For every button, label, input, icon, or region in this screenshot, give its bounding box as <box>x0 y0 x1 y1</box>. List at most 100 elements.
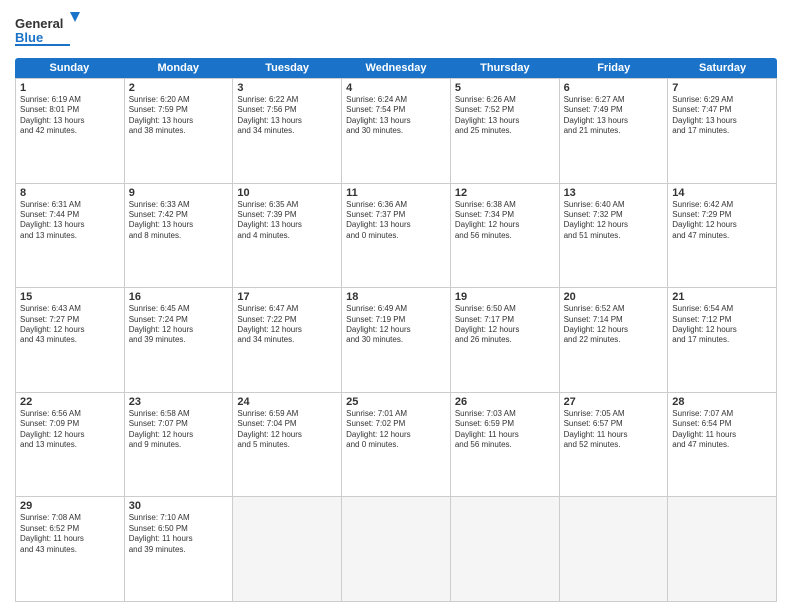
cell-info: Sunrise: 6:49 AMSunset: 7:19 PMDaylight:… <box>346 304 446 346</box>
day-number: 9 <box>129 187 229 199</box>
cell-info: Sunrise: 6:24 AMSunset: 7:54 PMDaylight:… <box>346 95 446 137</box>
day-number: 26 <box>455 396 555 408</box>
cal-cell: 9Sunrise: 6:33 AMSunset: 7:42 PMDaylight… <box>125 184 234 288</box>
cell-info: Sunrise: 6:26 AMSunset: 7:52 PMDaylight:… <box>455 95 555 137</box>
day-number: 7 <box>672 82 772 94</box>
cal-cell <box>560 497 669 601</box>
cal-cell: 22Sunrise: 6:56 AMSunset: 7:09 PMDayligh… <box>16 393 125 497</box>
svg-text:General: General <box>15 16 63 31</box>
day-number: 1 <box>20 82 120 94</box>
cal-cell: 28Sunrise: 7:07 AMSunset: 6:54 PMDayligh… <box>668 393 777 497</box>
day-number: 28 <box>672 396 772 408</box>
day-number: 17 <box>237 291 337 303</box>
week-row-0: 1Sunrise: 6:19 AMSunset: 8:01 PMDaylight… <box>16 78 777 183</box>
cal-cell: 17Sunrise: 6:47 AMSunset: 7:22 PMDayligh… <box>233 288 342 392</box>
day-number: 21 <box>672 291 772 303</box>
cell-info: Sunrise: 6:47 AMSunset: 7:22 PMDaylight:… <box>237 304 337 346</box>
cal-cell: 1Sunrise: 6:19 AMSunset: 8:01 PMDaylight… <box>16 79 125 183</box>
cell-info: Sunrise: 6:43 AMSunset: 7:27 PMDaylight:… <box>20 304 120 346</box>
cal-cell: 5Sunrise: 6:26 AMSunset: 7:52 PMDaylight… <box>451 79 560 183</box>
cal-cell: 3Sunrise: 6:22 AMSunset: 7:56 PMDaylight… <box>233 79 342 183</box>
cal-cell <box>451 497 560 601</box>
day-number: 13 <box>564 187 664 199</box>
cal-cell: 24Sunrise: 6:59 AMSunset: 7:04 PMDayligh… <box>233 393 342 497</box>
logo-svg: General Blue <box>15 10 95 52</box>
cell-info: Sunrise: 6:45 AMSunset: 7:24 PMDaylight:… <box>129 304 229 346</box>
day-number: 8 <box>20 187 120 199</box>
cell-info: Sunrise: 6:50 AMSunset: 7:17 PMDaylight:… <box>455 304 555 346</box>
day-number: 4 <box>346 82 446 94</box>
header-day-thursday: Thursday <box>450 58 559 78</box>
cell-info: Sunrise: 7:05 AMSunset: 6:57 PMDaylight:… <box>564 409 664 451</box>
cal-cell: 7Sunrise: 6:29 AMSunset: 7:47 PMDaylight… <box>668 79 777 183</box>
cell-info: Sunrise: 6:35 AMSunset: 7:39 PMDaylight:… <box>237 200 337 242</box>
cal-cell: 2Sunrise: 6:20 AMSunset: 7:59 PMDaylight… <box>125 79 234 183</box>
header-day-tuesday: Tuesday <box>233 58 342 78</box>
cal-cell: 16Sunrise: 6:45 AMSunset: 7:24 PMDayligh… <box>125 288 234 392</box>
day-number: 11 <box>346 187 446 199</box>
cell-info: Sunrise: 7:07 AMSunset: 6:54 PMDaylight:… <box>672 409 772 451</box>
week-row-2: 15Sunrise: 6:43 AMSunset: 7:27 PMDayligh… <box>16 287 777 392</box>
header-day-saturday: Saturday <box>668 58 777 78</box>
day-number: 10 <box>237 187 337 199</box>
day-number: 14 <box>672 187 772 199</box>
cal-cell: 19Sunrise: 6:50 AMSunset: 7:17 PMDayligh… <box>451 288 560 392</box>
day-number: 6 <box>564 82 664 94</box>
calendar-body: 1Sunrise: 6:19 AMSunset: 8:01 PMDaylight… <box>15 78 777 602</box>
cell-info: Sunrise: 6:20 AMSunset: 7:59 PMDaylight:… <box>129 95 229 137</box>
day-number: 27 <box>564 396 664 408</box>
day-number: 18 <box>346 291 446 303</box>
cal-cell: 29Sunrise: 7:08 AMSunset: 6:52 PMDayligh… <box>16 497 125 601</box>
page: General Blue SundayMondayTuesdayWednesda… <box>0 0 792 612</box>
day-number: 24 <box>237 396 337 408</box>
cell-info: Sunrise: 6:33 AMSunset: 7:42 PMDaylight:… <box>129 200 229 242</box>
day-number: 2 <box>129 82 229 94</box>
cell-info: Sunrise: 6:31 AMSunset: 7:44 PMDaylight:… <box>20 200 120 242</box>
week-row-1: 8Sunrise: 6:31 AMSunset: 7:44 PMDaylight… <box>16 183 777 288</box>
day-number: 23 <box>129 396 229 408</box>
cal-cell: 4Sunrise: 6:24 AMSunset: 7:54 PMDaylight… <box>342 79 451 183</box>
header: General Blue <box>15 10 777 52</box>
header-day-monday: Monday <box>124 58 233 78</box>
cell-info: Sunrise: 6:52 AMSunset: 7:14 PMDaylight:… <box>564 304 664 346</box>
cell-info: Sunrise: 6:58 AMSunset: 7:07 PMDaylight:… <box>129 409 229 451</box>
day-number: 16 <box>129 291 229 303</box>
cal-cell: 13Sunrise: 6:40 AMSunset: 7:32 PMDayligh… <box>560 184 669 288</box>
day-number: 25 <box>346 396 446 408</box>
day-number: 19 <box>455 291 555 303</box>
week-row-4: 29Sunrise: 7:08 AMSunset: 6:52 PMDayligh… <box>16 496 777 601</box>
cal-cell: 30Sunrise: 7:10 AMSunset: 6:50 PMDayligh… <box>125 497 234 601</box>
day-number: 3 <box>237 82 337 94</box>
cal-cell: 20Sunrise: 6:52 AMSunset: 7:14 PMDayligh… <box>560 288 669 392</box>
cal-cell: 15Sunrise: 6:43 AMSunset: 7:27 PMDayligh… <box>16 288 125 392</box>
cell-info: Sunrise: 6:27 AMSunset: 7:49 PMDaylight:… <box>564 95 664 137</box>
cal-cell: 6Sunrise: 6:27 AMSunset: 7:49 PMDaylight… <box>560 79 669 183</box>
cal-cell: 8Sunrise: 6:31 AMSunset: 7:44 PMDaylight… <box>16 184 125 288</box>
svg-text:Blue: Blue <box>15 30 43 45</box>
day-number: 15 <box>20 291 120 303</box>
calendar: SundayMondayTuesdayWednesdayThursdayFrid… <box>15 58 777 602</box>
cal-cell: 27Sunrise: 7:05 AMSunset: 6:57 PMDayligh… <box>560 393 669 497</box>
cell-info: Sunrise: 6:42 AMSunset: 7:29 PMDaylight:… <box>672 200 772 242</box>
cal-cell: 14Sunrise: 6:42 AMSunset: 7:29 PMDayligh… <box>668 184 777 288</box>
cal-cell: 25Sunrise: 7:01 AMSunset: 7:02 PMDayligh… <box>342 393 451 497</box>
week-row-3: 22Sunrise: 6:56 AMSunset: 7:09 PMDayligh… <box>16 392 777 497</box>
cal-cell <box>342 497 451 601</box>
cal-cell: 23Sunrise: 6:58 AMSunset: 7:07 PMDayligh… <box>125 393 234 497</box>
day-number: 20 <box>564 291 664 303</box>
cal-cell: 26Sunrise: 7:03 AMSunset: 6:59 PMDayligh… <box>451 393 560 497</box>
cell-info: Sunrise: 6:40 AMSunset: 7:32 PMDaylight:… <box>564 200 664 242</box>
cell-info: Sunrise: 7:10 AMSunset: 6:50 PMDaylight:… <box>129 513 229 555</box>
cal-cell: 10Sunrise: 6:35 AMSunset: 7:39 PMDayligh… <box>233 184 342 288</box>
header-day-sunday: Sunday <box>15 58 124 78</box>
cal-cell <box>233 497 342 601</box>
calendar-header: SundayMondayTuesdayWednesdayThursdayFrid… <box>15 58 777 78</box>
cell-info: Sunrise: 6:36 AMSunset: 7:37 PMDaylight:… <box>346 200 446 242</box>
cell-info: Sunrise: 6:54 AMSunset: 7:12 PMDaylight:… <box>672 304 772 346</box>
day-number: 22 <box>20 396 120 408</box>
day-number: 5 <box>455 82 555 94</box>
header-day-wednesday: Wednesday <box>342 58 451 78</box>
header-day-friday: Friday <box>559 58 668 78</box>
cell-info: Sunrise: 7:03 AMSunset: 6:59 PMDaylight:… <box>455 409 555 451</box>
cell-info: Sunrise: 7:01 AMSunset: 7:02 PMDaylight:… <box>346 409 446 451</box>
